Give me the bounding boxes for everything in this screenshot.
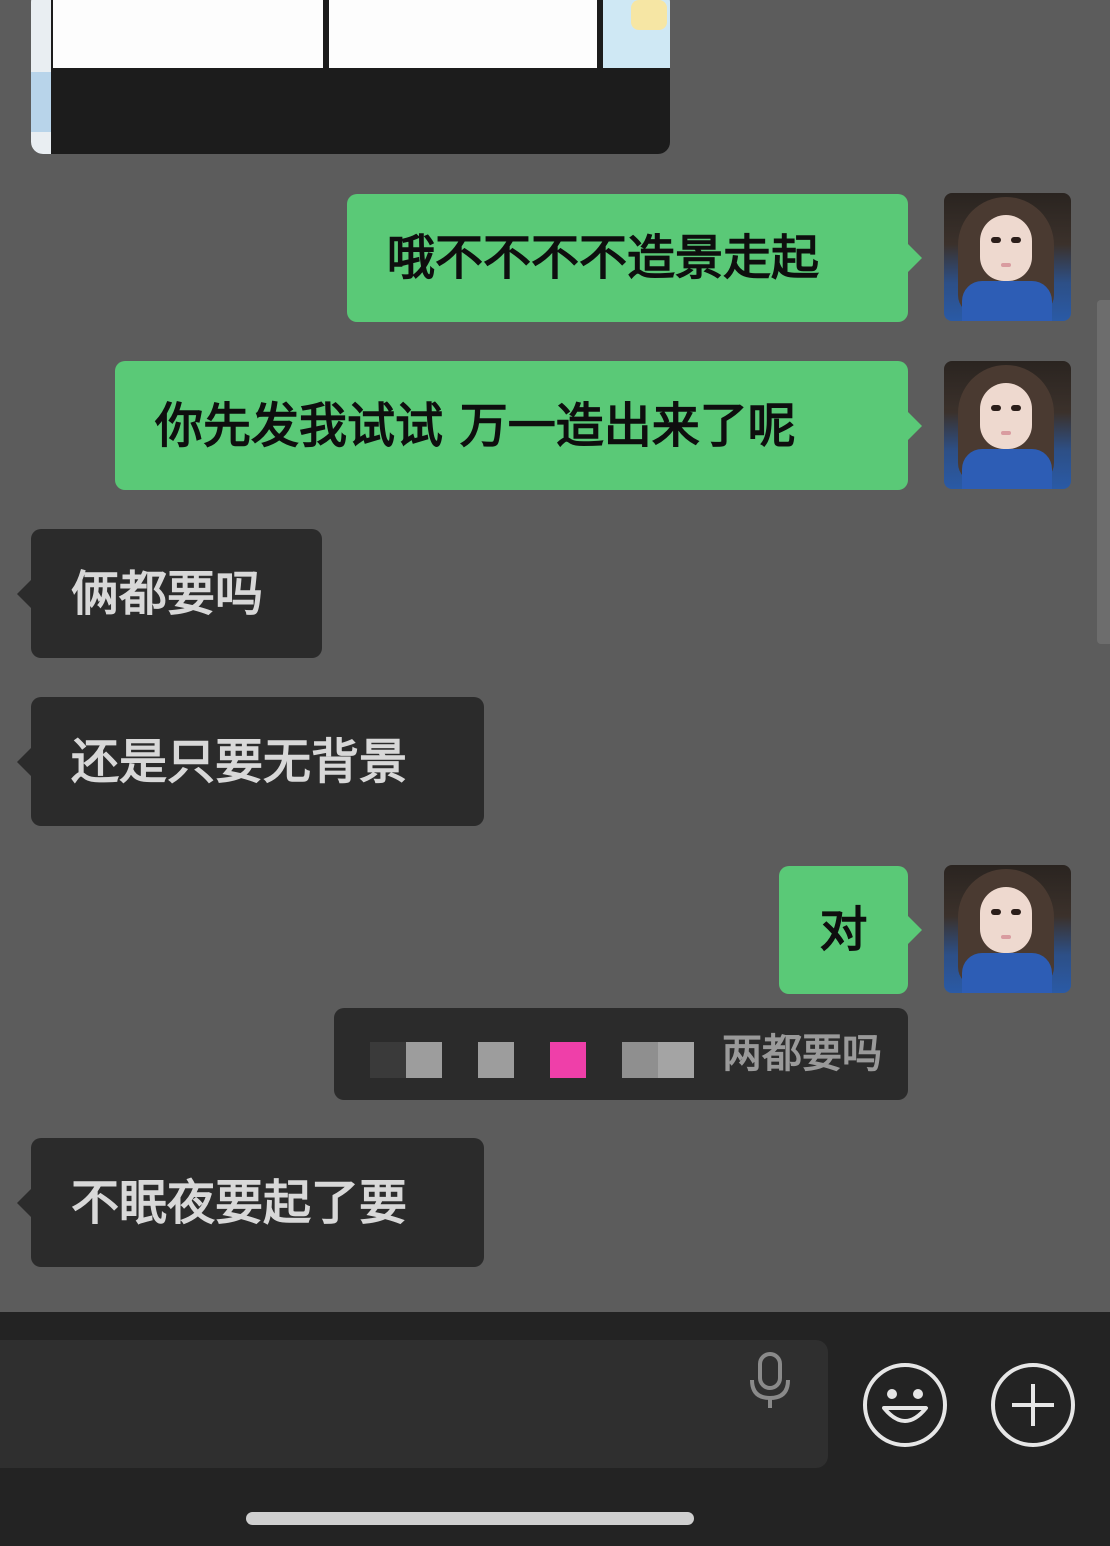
redacted-block [478, 1042, 514, 1078]
image-tile [53, 0, 323, 68]
message-bubble-received[interactable]: 还是只要无背景 [17, 697, 484, 826]
image-tile [603, 0, 670, 68]
message-text: 不眠夜要起了要 [71, 1174, 408, 1231]
redacted-block [658, 1042, 694, 1078]
chat-area: 哦不不不不造景走起 你先发我试试 万一造出来了呢 俩都要吗 还是只要无背景 对 … [0, 0, 1110, 1312]
message-text: 还是只要无背景 [71, 733, 408, 790]
avatar[interactable] [944, 193, 1071, 321]
avatar[interactable] [944, 865, 1071, 993]
image-edge [31, 0, 51, 154]
home-indicator [246, 1512, 694, 1525]
microphone-icon[interactable] [742, 1350, 798, 1412]
message-text: 对 [819, 902, 868, 958]
message-bubble-sent[interactable]: 哦不不不不造景走起 [347, 194, 922, 322]
message-text: 哦不不不不造景走起 [387, 230, 820, 286]
quoted-reply[interactable]: 两都要吗 [334, 1008, 908, 1100]
avatar[interactable] [944, 361, 1071, 489]
image-tile [329, 0, 597, 68]
quote-text: 两都要吗 [722, 1031, 882, 1077]
message-bubble-received[interactable]: 俩都要吗 [17, 529, 322, 658]
message-input[interactable] [0, 1340, 828, 1468]
message-text: 你先发我试试 万一造出来了呢 [155, 397, 796, 454]
redacted-block [370, 1042, 406, 1078]
redacted-block [550, 1042, 586, 1078]
message-bubble-received[interactable]: 不眠夜要起了要 [17, 1138, 484, 1267]
message-text: 俩都要吗 [71, 565, 264, 622]
input-bar [0, 1312, 1110, 1546]
plus-circle-icon[interactable] [990, 1362, 1076, 1448]
message-bubble-sent[interactable]: 你先发我试试 万一造出来了呢 [115, 361, 922, 490]
image-message[interactable] [31, 0, 670, 154]
smile-emoji-icon[interactable] [862, 1362, 948, 1448]
redacted-block [622, 1042, 658, 1078]
scrollbar[interactable] [1097, 300, 1110, 644]
message-bubble-sent[interactable]: 对 [779, 866, 922, 994]
redacted-block [406, 1042, 442, 1078]
